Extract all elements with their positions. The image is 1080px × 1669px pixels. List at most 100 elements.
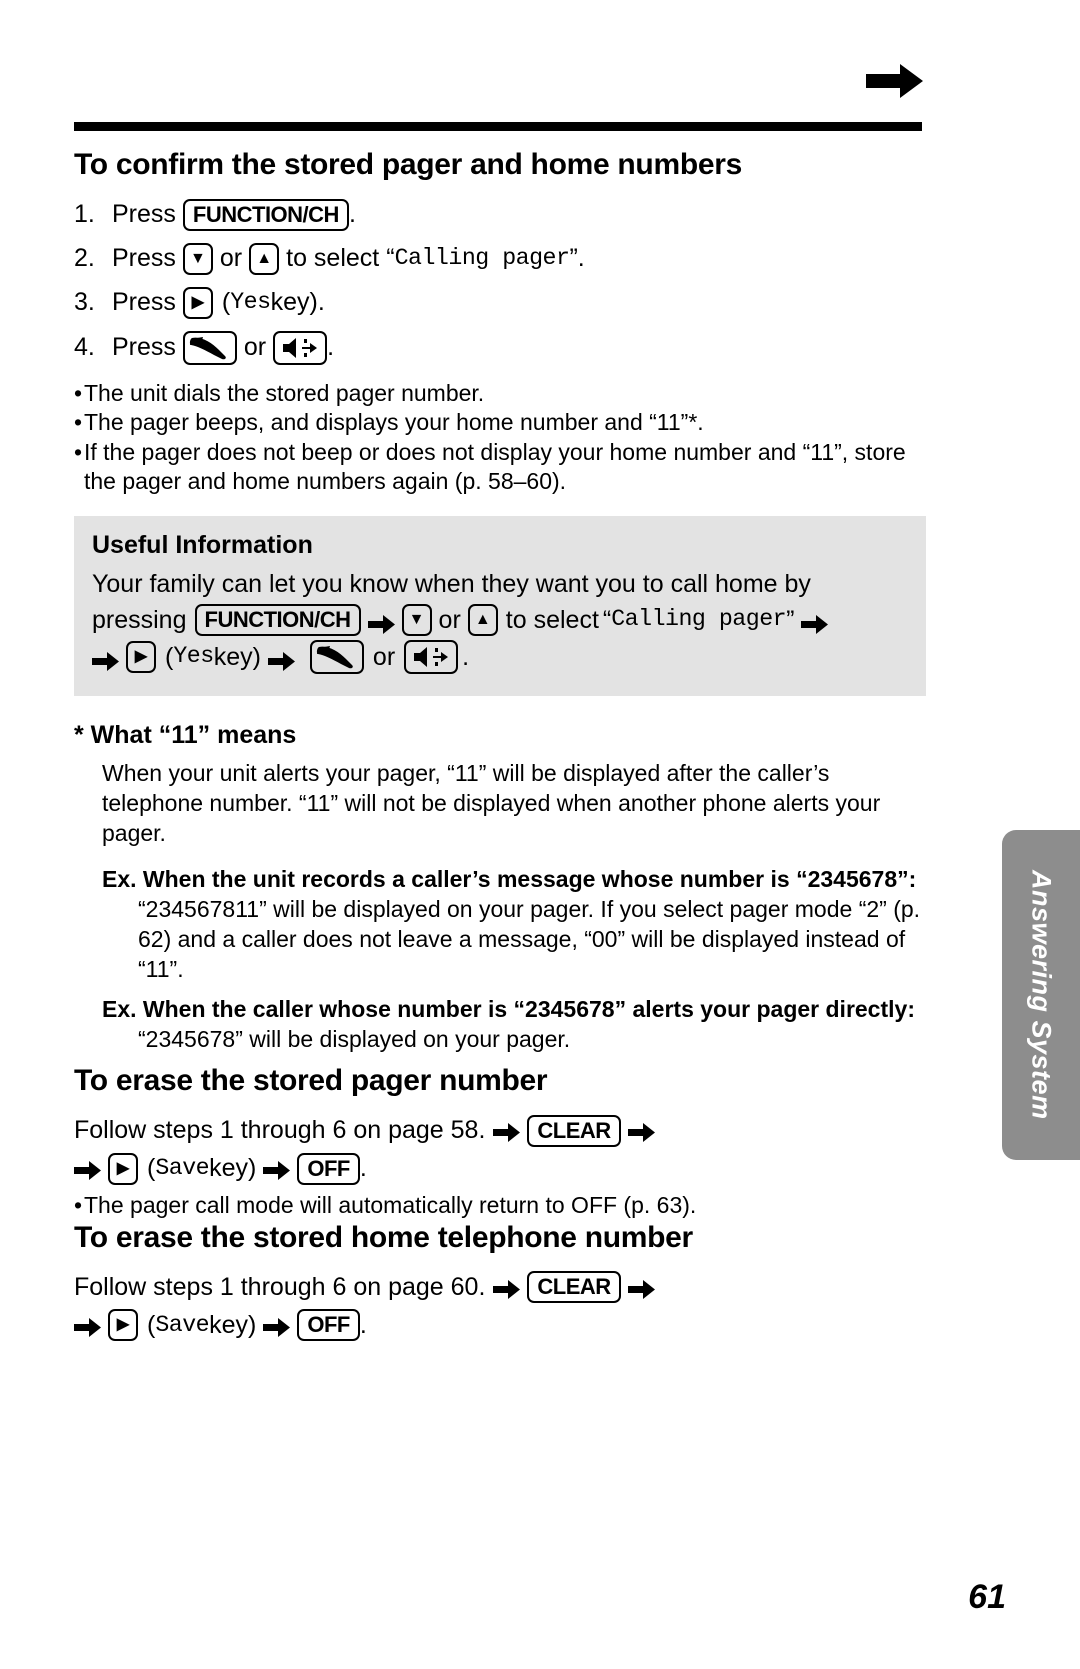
quote-close: ”	[786, 605, 795, 634]
step-item: 1. Press FUNCTION/CH .	[74, 198, 926, 231]
display-value: Calling pager	[611, 606, 787, 632]
step-punctuation: .	[348, 200, 356, 228]
step-text: Press	[112, 200, 176, 228]
function-ch-key[interactable]: FUNCTION/CH	[194, 603, 361, 636]
step-punctuation: .	[577, 244, 585, 272]
useful-text: pressing	[92, 605, 187, 634]
useful-information-body: Your family can let you know when they w…	[92, 568, 908, 674]
quote-open: “	[386, 244, 395, 272]
note-item: • The unit dials the stored pager number…	[74, 379, 926, 408]
header-rule	[74, 122, 922, 131]
display-value: Calling pager	[394, 244, 570, 271]
step-item: 3. Press ▶ ( Yes key) .	[74, 286, 926, 319]
key-word-label: key)	[213, 642, 261, 671]
step-text: Press	[112, 244, 176, 272]
quote-open: “	[602, 605, 612, 634]
note-text: The pager call mode will automatically r…	[84, 1191, 697, 1218]
step-text: Press	[112, 333, 176, 361]
procedure-line: ▶ ( Save key) OFF .	[74, 1152, 926, 1185]
confirm-steps-list: 1. Press FUNCTION/CH . 2. Press ▼ or ▲ t…	[74, 198, 926, 365]
arrow-right-icon	[866, 62, 924, 100]
note-item: • The pager beeps, and displays your hom…	[74, 408, 926, 437]
save-key-label: Save	[155, 1155, 210, 1182]
bullet-dot: •	[74, 379, 83, 406]
arrow-right-icon	[267, 647, 295, 672]
step-number: 1.	[74, 200, 95, 228]
step-number: 3.	[74, 288, 95, 316]
bullet-dot: •	[74, 1191, 83, 1218]
up-arrow-key[interactable]: ▲	[467, 603, 498, 636]
speakerphone-icon[interactable]	[273, 330, 328, 365]
confirm-notes-list: • The unit dials the stored pager number…	[74, 379, 926, 497]
example-block: Ex. When the unit records a caller’s mes…	[102, 865, 926, 985]
up-arrow-key[interactable]: ▲	[249, 242, 280, 275]
step-conjunction: or	[219, 244, 243, 272]
step-number: 4.	[74, 333, 95, 361]
right-arrow-key[interactable]: ▶	[126, 640, 156, 673]
arrow-right-icon	[92, 647, 119, 672]
yes-key-label: Yes	[173, 643, 214, 669]
procedure-text: Follow steps 1 through 6 on page 58.	[74, 1116, 486, 1145]
useful-information-title: Useful Information	[92, 531, 313, 560]
note-text: The unit dials the stored pager number.	[84, 379, 485, 406]
manual-page: To confirm the stored pager and home num…	[0, 0, 1080, 1669]
procedure-punctuation: .	[359, 1310, 367, 1339]
right-arrow-key[interactable]: ▶	[108, 1309, 138, 1342]
step-punctuation: .	[317, 288, 325, 316]
step-number: 2.	[74, 244, 95, 272]
arrow-right-icon	[263, 1159, 291, 1181]
quote-close: ”	[569, 244, 578, 272]
step-text: Press	[112, 288, 176, 316]
example-heading: Ex. When the caller whose number is “234…	[102, 995, 915, 1022]
useful-line: pressing FUNCTION/CH ▼ or ▲ to select “ …	[92, 603, 908, 636]
note-text: The pager beeps, and displays your home …	[84, 409, 704, 436]
useful-information-box: Useful Information Your family can let y…	[74, 516, 926, 696]
step-conjunction: or	[243, 333, 267, 361]
key-word-label: key)	[209, 1154, 257, 1183]
function-ch-key[interactable]: FUNCTION/CH	[182, 198, 349, 231]
paren-open: (	[147, 1310, 156, 1339]
down-arrow-key[interactable]: ▼	[182, 242, 213, 275]
example-body: “234567811” will be displayed on your pa…	[138, 895, 921, 982]
handset-icon[interactable]	[309, 639, 364, 674]
arrow-right-icon	[801, 610, 829, 635]
note-item: • If the pager does not beep or does not…	[74, 438, 926, 496]
key-word-label: key)	[209, 1310, 257, 1339]
useful-conjunction: or	[372, 642, 396, 671]
arrow-right-icon	[74, 1316, 101, 1337]
yes-key-label: Yes	[230, 288, 271, 315]
clear-key[interactable]: CLEAR	[527, 1114, 621, 1147]
step-text: to select	[286, 244, 380, 272]
example-block: Ex. When the caller whose number is “234…	[102, 995, 926, 1055]
bullet-dot: •	[74, 409, 83, 436]
side-tab-label: Answering System	[1026, 870, 1057, 1120]
bullet-dot: •	[74, 439, 83, 466]
erase-pager-title: To erase the stored pager number	[74, 1064, 548, 1098]
useful-line: ▶ ( Yes key) or .	[92, 639, 908, 674]
page-number: 61	[968, 1578, 1006, 1616]
off-key[interactable]: OFF	[297, 1309, 360, 1342]
off-key[interactable]: OFF	[297, 1152, 360, 1185]
procedure-punctuation: .	[359, 1154, 367, 1183]
step-item: 4. Press or .	[74, 330, 926, 365]
right-arrow-key[interactable]: ▶	[182, 286, 213, 319]
down-arrow-key[interactable]: ▼	[401, 603, 432, 636]
procedure-line: Follow steps 1 through 6 on page 60. CLE…	[74, 1271, 926, 1304]
key-word-label: key)	[270, 288, 318, 316]
arrow-right-icon	[74, 1159, 101, 1181]
step-item: 2. Press ▼ or ▲ to select “ Calling page…	[74, 242, 926, 275]
arrow-right-icon	[627, 1121, 655, 1143]
paren-open: (	[165, 642, 174, 671]
note-item: • The pager call mode will automatically…	[74, 1191, 926, 1220]
speakerphone-icon[interactable]	[404, 639, 459, 674]
side-tab-answering-system: Answering System	[1002, 830, 1080, 1160]
clear-key[interactable]: CLEAR	[527, 1271, 621, 1304]
handset-icon[interactable]	[182, 330, 237, 365]
useful-text: to select	[505, 605, 599, 634]
paren-open: (	[147, 1154, 156, 1183]
arrow-right-icon	[367, 610, 395, 635]
right-arrow-key[interactable]: ▶	[108, 1152, 138, 1185]
page-title: To confirm the stored pager and home num…	[74, 148, 742, 181]
useful-punctuation: .	[462, 642, 470, 671]
arrow-right-icon	[627, 1278, 655, 1299]
